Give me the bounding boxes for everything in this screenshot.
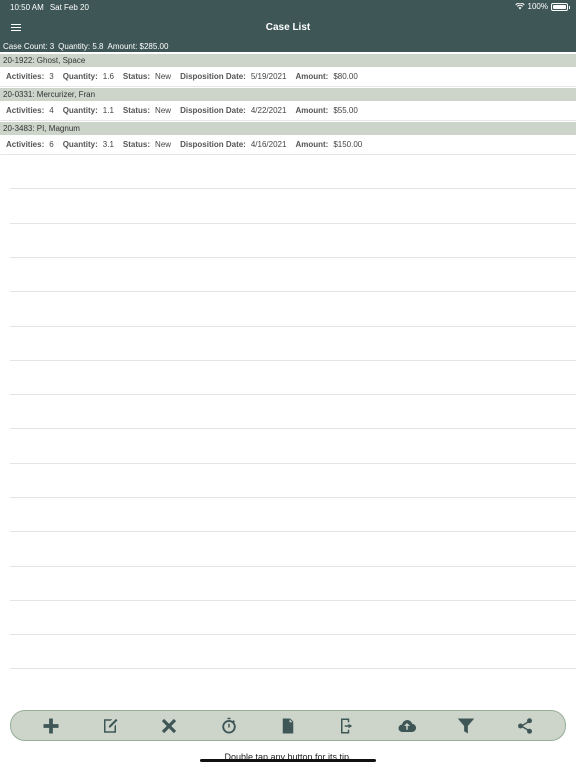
field-label-disposition: Disposition Date: bbox=[180, 72, 246, 81]
cloud-upload-button[interactable] bbox=[396, 715, 418, 737]
empty-row-divider bbox=[10, 497, 576, 498]
case-header[interactable]: 20-0331: Mercurizer, Fran bbox=[0, 88, 576, 101]
total-amount: Amount: $285.00 bbox=[107, 42, 169, 51]
empty-row-divider bbox=[10, 223, 576, 224]
case-header[interactable]: 20-3483: PI, Magnum bbox=[0, 122, 576, 135]
field-label-amount: Amount: bbox=[295, 140, 329, 149]
wifi-icon bbox=[514, 3, 525, 10]
field-label-quantity: Quantity: bbox=[62, 72, 98, 81]
status-time: 10:50 AM Sat Feb 20 bbox=[10, 3, 89, 12]
field-value-quantity: 1.1 bbox=[102, 106, 114, 115]
field-value-amount: $150.00 bbox=[333, 140, 363, 149]
field-label-disposition: Disposition Date: bbox=[180, 140, 246, 149]
case-detail-row[interactable]: Activities: 3 Quantity: 1.6 Status: New Dispos… bbox=[0, 67, 576, 87]
timer-icon bbox=[221, 717, 236, 733]
empty-row-divider bbox=[10, 360, 576, 361]
empty-row-divider bbox=[10, 634, 576, 635]
field-label-amount: Amount: bbox=[295, 72, 329, 81]
document-icon bbox=[282, 718, 294, 733]
filter-button[interactable] bbox=[455, 715, 477, 737]
edit-button[interactable] bbox=[99, 715, 121, 737]
bottom-toolbar bbox=[10, 710, 566, 741]
status-time-text: 10:50 AM bbox=[10, 3, 44, 12]
empty-row-divider bbox=[10, 600, 576, 601]
field-label-quantity: Quantity: bbox=[62, 106, 98, 115]
field-value-disposition: 5/19/2021 bbox=[250, 72, 287, 81]
status-date: Sat Feb 20 bbox=[49, 3, 89, 12]
export-icon bbox=[341, 718, 353, 733]
add-icon bbox=[43, 718, 59, 733]
empty-row-divider bbox=[10, 463, 576, 464]
case-summary: Case Count: 3 Quantity: 5.8 Amount: $285.0… bbox=[0, 42, 576, 52]
field-label-status: Status: bbox=[122, 106, 151, 115]
empty-row-divider bbox=[10, 154, 576, 155]
page-title: Case List bbox=[265, 22, 311, 33]
edit-icon bbox=[103, 718, 118, 733]
case-detail-row[interactable]: Activities: 4 Quantity: 1.1 Status: New Dispos… bbox=[0, 101, 576, 121]
empty-row-divider bbox=[10, 668, 576, 669]
field-value-amount: $80.00 bbox=[333, 72, 358, 81]
field-value-disposition: 4/22/2021 bbox=[250, 106, 287, 115]
home-indicator bbox=[200, 759, 376, 762]
field-value-quantity: 1.6 bbox=[102, 72, 114, 81]
status-right: 100% bbox=[514, 2, 570, 11]
total-quantity: Quantity: 5.8 bbox=[58, 42, 104, 51]
field-value-activities: 6 bbox=[49, 140, 54, 149]
document-button[interactable] bbox=[277, 715, 299, 737]
case-detail-row[interactable]: Activities: 6 Quantity: 3.1 Status: New Dispos… bbox=[0, 135, 576, 155]
field-value-activities: 4 bbox=[49, 106, 54, 115]
empty-row-divider bbox=[10, 291, 576, 292]
field-label-activities: Activities: bbox=[6, 106, 45, 115]
share-button[interactable] bbox=[514, 715, 536, 737]
timer-button[interactable] bbox=[218, 715, 240, 737]
add-button[interactable] bbox=[40, 715, 62, 737]
field-value-activities: 3 bbox=[49, 72, 54, 81]
empty-row-divider bbox=[10, 428, 576, 429]
export-button[interactable] bbox=[336, 715, 358, 737]
delete-icon bbox=[162, 718, 177, 733]
field-value-status: New bbox=[155, 140, 172, 149]
field-label-quantity: Quantity: bbox=[62, 140, 98, 149]
empty-row-divider bbox=[10, 566, 576, 567]
cloud-upload-icon bbox=[398, 719, 416, 732]
empty-row-divider bbox=[10, 188, 576, 189]
field-label-status: Status: bbox=[122, 140, 151, 149]
field-value-disposition: 4/16/2021 bbox=[250, 140, 287, 149]
filter-icon bbox=[457, 718, 475, 733]
battery-percent: 100% bbox=[527, 2, 548, 11]
field-value-status: New bbox=[155, 72, 172, 81]
field-value-amount: $55.00 bbox=[333, 106, 358, 115]
share-icon bbox=[518, 717, 533, 734]
empty-row-divider bbox=[10, 394, 576, 395]
navigation-bar: 10:50 AM Sat Feb 20 100% Case List bbox=[0, 0, 576, 42]
field-label-activities: Activities: bbox=[6, 72, 45, 81]
field-label-activities: Activities: bbox=[6, 140, 45, 149]
field-value-status: New bbox=[155, 106, 172, 115]
field-label-disposition: Disposition Date: bbox=[180, 106, 246, 115]
case-header[interactable]: 20-1922: Ghost, Space bbox=[0, 54, 576, 67]
field-label-amount: Amount: bbox=[295, 106, 329, 115]
battery-icon bbox=[551, 2, 570, 11]
delete-button[interactable] bbox=[158, 715, 180, 737]
case-count: Case Count: 3 bbox=[3, 42, 55, 51]
empty-row-divider bbox=[10, 326, 576, 327]
empty-row-divider bbox=[10, 257, 576, 258]
empty-row-divider bbox=[10, 531, 576, 532]
field-value-quantity: 3.1 bbox=[102, 140, 114, 149]
field-label-status: Status: bbox=[122, 72, 151, 81]
